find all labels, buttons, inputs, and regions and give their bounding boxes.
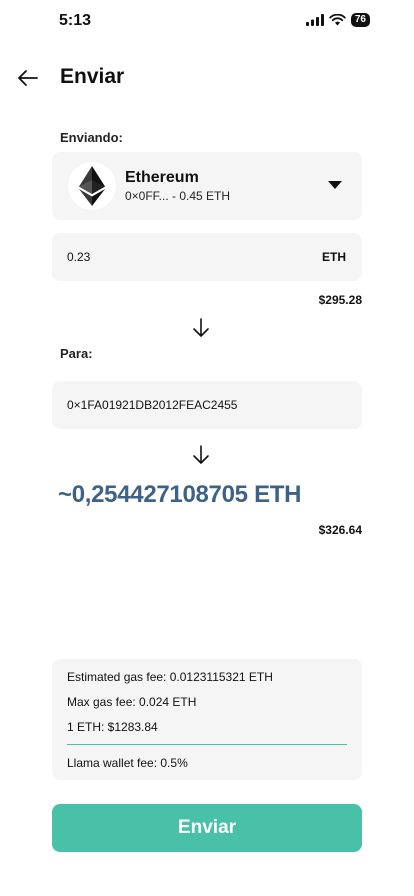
status-icons: 76 — [305, 13, 370, 27]
fee-divider — [67, 744, 347, 745]
wifi-icon — [329, 14, 346, 26]
address-field[interactable] — [52, 381, 362, 429]
token-balance: 0×0FF... - 0.45 ETH — [125, 189, 231, 203]
eth-price: 1 ETH: $1283.84 — [67, 720, 158, 734]
battery-indicator: 76 — [350, 13, 370, 27]
arrow-down-icon — [193, 445, 209, 464]
amount-field[interactable]: ETH — [52, 233, 362, 281]
caret-down-icon[interactable] — [328, 181, 342, 189]
send-screen: 5:13 76 Enviar Enviando: Ethereum 0×0FF.… — [0, 0, 414, 896]
amount-unit: ETH — [322, 250, 346, 264]
fees-summary: Estimated gas fee: 0.0123115321 ETH Max … — [52, 659, 362, 780]
arrow-down-icon — [193, 318, 209, 337]
signal-icon — [305, 14, 324, 26]
wallet-fee: Llama wallet fee: 0.5% — [67, 756, 188, 770]
send-button[interactable]: Enviar — [52, 804, 362, 852]
receive-amount: ~0,254427108705 ETH — [58, 481, 302, 508]
status-time: 5:13 — [59, 12, 92, 29]
page-title: Enviar — [60, 65, 125, 88]
ethereum-logo-icon — [68, 162, 116, 210]
token-selector[interactable]: Ethereum 0×0FF... - 0.45 ETH — [52, 152, 362, 220]
max-gas-fee: Max gas fee: 0.024 ETH — [67, 695, 197, 709]
estimated-gas-fee: Estimated gas fee: 0.0123115321 ETH — [67, 670, 273, 684]
back-arrow-icon[interactable] — [16, 66, 40, 90]
recipient-label: Para: — [60, 346, 93, 361]
sending-label: Enviando: — [60, 130, 123, 145]
receive-usd-value: $326.64 — [318, 523, 362, 537]
address-input[interactable] — [67, 381, 347, 429]
token-name: Ethereum — [125, 169, 199, 186]
send-usd-value: $295.28 — [318, 293, 362, 307]
amount-input[interactable] — [67, 233, 267, 281]
